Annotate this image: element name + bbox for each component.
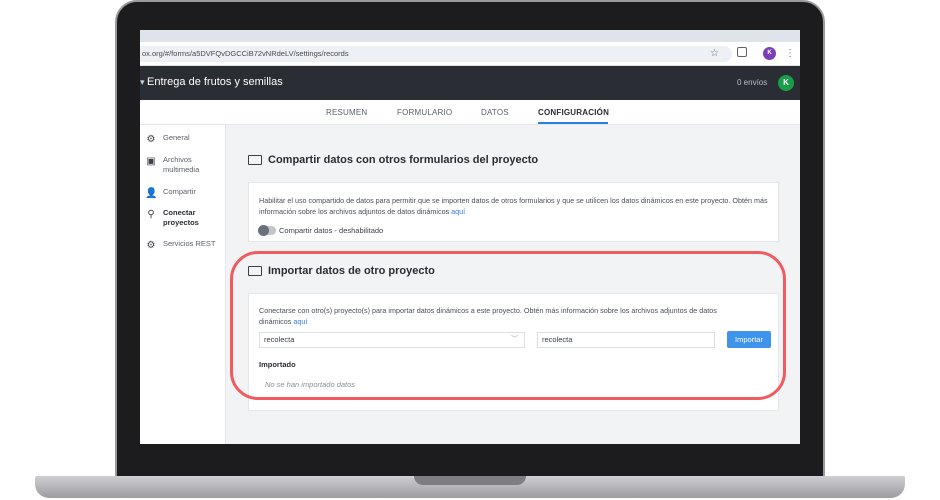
sidebar-item-label: Servicios REST [163, 239, 216, 248]
share-data-icon [248, 155, 262, 165]
tab-formulario[interactable]: FORMULARIO [397, 108, 452, 117]
share-learn-more-link[interactable]: aquí [451, 207, 465, 216]
browser-tabstrip [140, 30, 800, 42]
gear-icon: ⚙ [146, 134, 156, 145]
browser-profile-avatar[interactable]: K [763, 47, 776, 60]
user-avatar[interactable]: K [778, 75, 794, 91]
share-section-title-text: Compartir datos con otros formularios de… [268, 154, 539, 166]
url-field[interactable]: ox.org/#/forms/a5DVFQvDGCCiB72vNRdeLV/se… [140, 46, 732, 62]
more-options-icon[interactable]: ⋮ [785, 46, 795, 62]
tab-datos[interactable]: DATOS [481, 108, 509, 117]
browser-address-bar: ox.org/#/forms/a5DVFQvDGCCiB72vNRdeLV/se… [140, 42, 800, 66]
tab-nav: RESUMEN FORMULARIO DATOS CONFIGURACIÓN [140, 100, 800, 125]
settings-sidebar: ⚙ General ▣ Archivos multimedia 👤 Compar… [140, 125, 226, 444]
extensions-icon[interactable] [737, 47, 747, 57]
tab-resumen[interactable]: RESUMEN [326, 108, 367, 117]
share-toggle-label: Compartir datos - deshabilitado [279, 226, 384, 235]
rest-services-icon: ⚙ [146, 240, 156, 251]
chevron-down-icon[interactable]: ▾ [140, 77, 145, 88]
sidebar-item-rest-services[interactable]: ⚙ Servicios REST [145, 239, 223, 252]
tab-configuracion[interactable]: CONFIGURACIÓN [538, 108, 609, 117]
sidebar-item-general[interactable]: ⚙ General [145, 133, 223, 146]
sidebar-item-connect-projects[interactable]: ⚲ Conectar proyectos [145, 208, 223, 228]
image-icon: ▣ [146, 156, 156, 167]
sidebar-item-label: Compartir [163, 187, 196, 196]
laptop-notch [414, 476, 526, 485]
share-description: Habilitar el uso compartido de datos par… [259, 195, 771, 217]
sidebar-item-label: Archivos multimedia [163, 155, 200, 174]
share-data-toggle[interactable] [258, 225, 276, 236]
submissions-count: 0 envíos [737, 78, 768, 87]
share-description-text: Habilitar el uso compartido de datos par… [259, 196, 768, 216]
add-user-icon: 👤 [145, 188, 158, 199]
paperclip-icon: ⚲ [147, 209, 155, 220]
share-section-title: Compartir datos con otros formularios de… [248, 154, 538, 166]
sidebar-item-share[interactable]: 👤 Compartir [145, 187, 223, 200]
sidebar-item-media[interactable]: ▣ Archivos multimedia [145, 155, 223, 175]
active-tab-indicator [538, 122, 608, 124]
star-icon[interactable]: ☆ [710, 46, 719, 62]
sidebar-item-label: Conectar proyectos [163, 208, 199, 227]
share-data-card: Habilitar el uso compartido de datos par… [248, 182, 779, 242]
highlight-annotation [230, 251, 786, 400]
project-title: Entrega de frutos y semillas [147, 76, 283, 88]
app-header: ▾ Entrega de frutos y semillas 0 envíos … [140, 66, 800, 100]
sidebar-item-label: General [163, 133, 190, 142]
